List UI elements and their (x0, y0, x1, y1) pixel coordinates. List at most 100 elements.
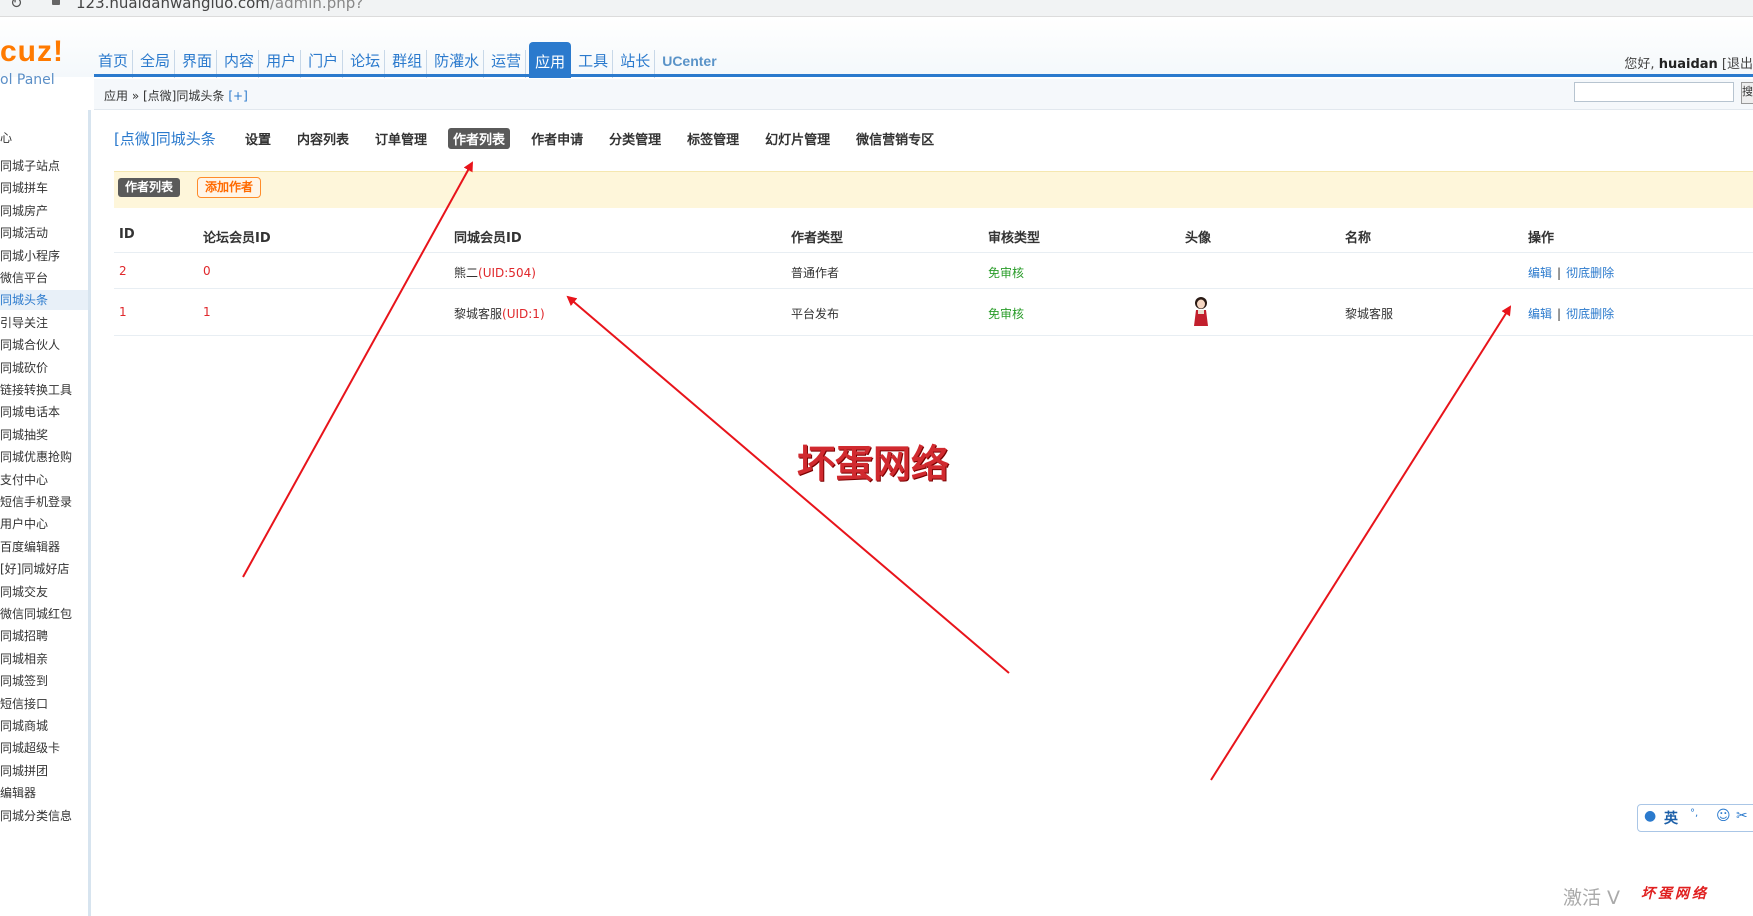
sidebar-item-top[interactable]: 心 (0, 129, 12, 146)
top-navigation: 首页 全局 界面 内容 用户 门户 论坛 群组 防灌水 运营 应用 工具 站长 UCenter (94, 38, 724, 78)
table-header-row: ID 论坛会员ID 同城会员ID 作者类型 审核类型 头像 名称 操作 (114, 218, 1753, 253)
greeting-text: 您好, (1624, 57, 1655, 72)
author-avatar (1194, 297, 1208, 326)
search-button[interactable]: 搜 (1741, 82, 1753, 104)
city-member-name: 黎城客服 (454, 307, 503, 321)
delete-link[interactable]: 彻底删除 (1566, 307, 1614, 321)
sidebar-item[interactable]: 同城拼团 (0, 761, 88, 781)
row-id: 2 (119, 264, 127, 278)
ime-scissors-icon[interactable]: ✂ (1736, 808, 1748, 824)
logout-link[interactable]: [退出 (1722, 57, 1753, 72)
subnav-item[interactable]: 幻灯片管理 (760, 128, 835, 149)
browser-address-bar: ↻ 123.huaidanwangluo.com/admin.php? (0, 0, 1753, 17)
edit-link[interactable]: 编辑 (1528, 266, 1552, 280)
sidebar-item[interactable]: 短信接口 (0, 694, 88, 714)
action-separator: | (1557, 266, 1562, 280)
sidebar-item[interactable]: 同城子站点 (0, 156, 88, 176)
sidebar-item[interactable]: 链接转换工具 (0, 380, 88, 400)
city-member-uid: (UID:504) (478, 266, 536, 280)
row-id: 1 (119, 305, 127, 319)
sidebar-item[interactable]: 同城小程序 (0, 246, 88, 266)
sidebar-item[interactable]: 微信平台 (0, 268, 88, 288)
row-audit-type: 免审核 (988, 266, 1025, 280)
discuz-logo: cuz! (0, 35, 64, 68)
col-header-audit-type: 审核类型 (988, 231, 1041, 246)
row-forum-uid: 1 (203, 305, 211, 319)
app-subnav: 设置 内容列表 订单管理 作者列表 作者申请 分类管理 标签管理 幻灯片管理 微信营销专区 (240, 128, 955, 149)
sidebar-item[interactable]: 同城头条 (0, 290, 88, 311)
app-title-link[interactable]: [点微]同城头条 (114, 128, 216, 149)
city-member-uid: (UID:1) (502, 307, 545, 321)
watermark-text: 坏蛋网络 (797, 442, 950, 486)
sidebar-item[interactable]: 引导关注 (0, 313, 88, 333)
address-url[interactable]: 123.huaidanwangluo.com/admin.php? (76, 0, 363, 12)
ime-language-label[interactable]: 英 (1664, 808, 1678, 828)
admin-header: cuz! ol Panel 首页 全局 界面 内容 用户 门户 论坛 群组 防灌水 运营 应用 工具站… (0, 17, 1753, 88)
reload-icon[interactable]: ↻ (10, 0, 23, 12)
sidebar-item[interactable]: 同城相亲 (0, 649, 88, 669)
row-actions: 编辑 | 彻底删除 (1528, 264, 1614, 281)
sidebar-item[interactable]: 同城签到 (0, 671, 88, 691)
sidebar-item[interactable]: 支付中心 (0, 470, 88, 490)
add-shortcut-link[interactable]: [+] (228, 89, 247, 103)
arrow-to-edit-actions (1210, 305, 1512, 781)
row-author-type: 普通作者 (791, 266, 840, 280)
subnav-item[interactable]: 内容列表 (292, 128, 354, 149)
lock-icon (52, 0, 60, 5)
table-row: 2 0 熊二(UID:504) 普通作者 免审核 编辑 | 彻底删除 (114, 253, 1753, 289)
add-author-button[interactable]: 添加作者 (197, 177, 262, 198)
sidebar-item[interactable]: 同城砍价 (0, 358, 88, 378)
action-bar (114, 171, 1753, 208)
sidebar-item[interactable]: 同城房产 (0, 201, 88, 221)
sidebar-item[interactable]: 同城合伙人 (0, 335, 88, 355)
sidebar-item[interactable]: 编辑器 (0, 783, 88, 803)
sidebar-item[interactable]: 短信手机登录 (0, 492, 88, 512)
subnav-item[interactable]: 作者申请 (526, 128, 588, 149)
watermark-small: 坏蛋网络 (1641, 886, 1709, 902)
delete-link[interactable]: 彻底删除 (1566, 266, 1614, 280)
sidebar-item[interactable]: 同城抽奖 (0, 425, 88, 445)
sidebar-item[interactable]: 同城优惠抢购 (0, 447, 88, 467)
sidebar-item[interactable]: 同城商城 (0, 716, 88, 736)
subnav-item[interactable]: 标签管理 (682, 128, 744, 149)
subnav-item[interactable]: 设置 (240, 128, 276, 149)
sidebar-item[interactable]: 微信同城红包 (0, 604, 88, 624)
sidebar-item[interactable]: 同城交友 (0, 582, 88, 602)
username: huaidan (1658, 57, 1718, 72)
sidebar-item[interactable]: 同城分类信息 (0, 806, 88, 826)
subnav-item[interactable]: 订单管理 (370, 128, 432, 149)
admin-search-input[interactable] (1574, 82, 1734, 102)
row-city-member: 黎城客服(UID:1) (454, 305, 545, 322)
sidebar-item[interactable]: 同城拼车 (0, 178, 88, 198)
edit-link[interactable]: 编辑 (1528, 307, 1552, 321)
address-domain: 123.huaidanwangluo.com (76, 0, 270, 12)
city-member-name: 熊二 (454, 266, 479, 280)
header-divider (94, 74, 1753, 77)
ime-toolbar[interactable]: ● 英 °, ☺ ✂ (1637, 804, 1753, 832)
ime-user-icon[interactable]: ● (1644, 808, 1656, 824)
topnav-item[interactable]: 应用 (529, 42, 572, 78)
action-separator: | (1557, 307, 1562, 321)
author-list-button[interactable]: 作者列表 (118, 178, 181, 197)
sidebar-item[interactable]: 同城招聘 (0, 626, 88, 646)
sidebar-item[interactable]: 同城活动 (0, 223, 88, 243)
col-header-id: ID (119, 227, 135, 242)
sidebar-item[interactable]: 同城电话本 (0, 402, 88, 422)
col-header-forum-uid: 论坛会员ID (203, 231, 271, 246)
ime-punct-icon[interactable]: °, (1690, 808, 1698, 819)
col-header-actions: 操作 (1528, 231, 1555, 246)
col-header-city-member: 同城会员ID (454, 231, 522, 246)
logo-subtitle: ol Panel (0, 72, 55, 88)
sidebar-item[interactable]: 百度编辑器 (0, 537, 88, 557)
sidebar-item[interactable]: 用户中心 (0, 514, 88, 534)
ime-emoji-icon[interactable]: ☺ (1716, 808, 1731, 824)
sidebar-item[interactable]: 同城超级卡 (0, 738, 88, 758)
sidebar-item[interactable]: [好]同城好店 (0, 559, 88, 579)
table-row: 1 1 黎城客服(UID:1) 平台发布 免审核 黎城客服 编辑 | 彻底删除 (114, 289, 1753, 336)
subnav-item[interactable]: 分类管理 (604, 128, 666, 149)
row-city-member: 熊二(UID:504) (454, 264, 536, 281)
subnav-item[interactable]: 作者列表 (448, 128, 511, 149)
user-greeting: 您好, huaidan [退出 (1624, 53, 1753, 72)
subnav-item[interactable]: 微信营销专区 (851, 128, 939, 149)
col-header-avatar: 头像 (1185, 231, 1212, 246)
